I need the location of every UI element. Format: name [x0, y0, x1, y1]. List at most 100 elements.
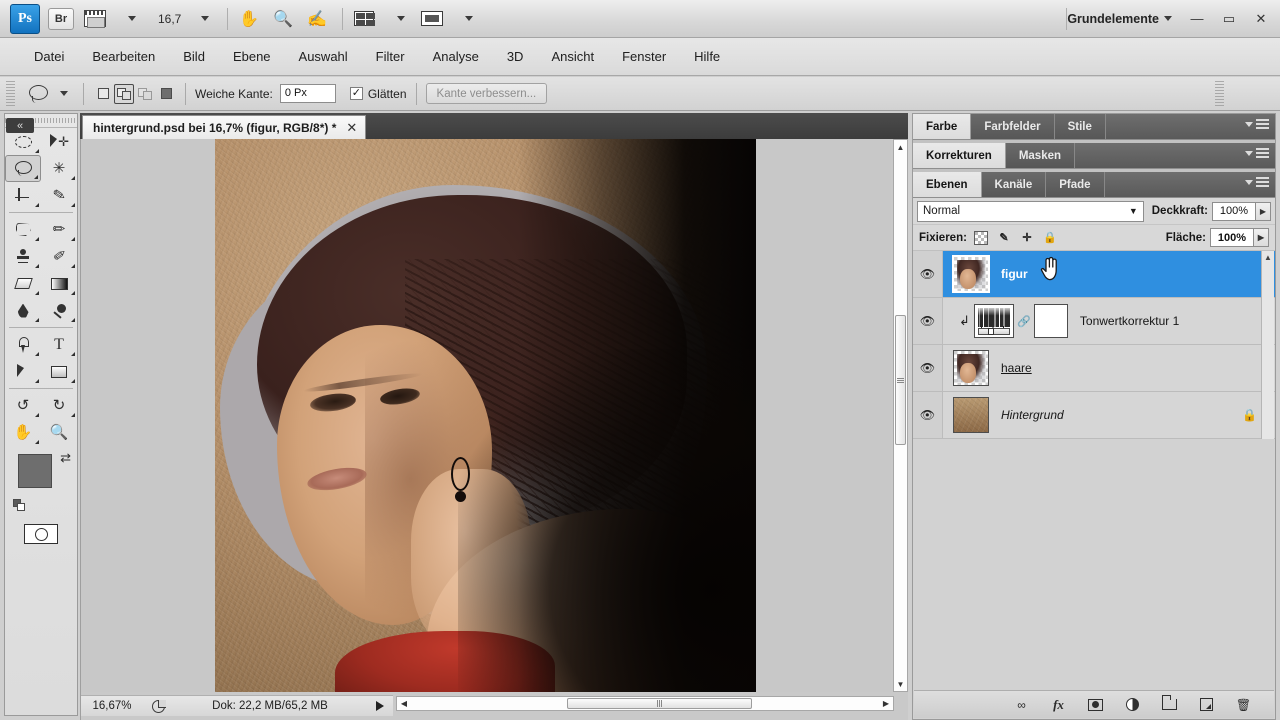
layer-thumbnail[interactable] — [953, 256, 989, 292]
brush-tool[interactable]: ✏ — [41, 216, 77, 243]
spot-healing-brush-tool[interactable] — [5, 216, 41, 243]
tab-pfade[interactable]: Pfade — [1046, 172, 1104, 197]
panel-menu-icon[interactable] — [1245, 177, 1269, 187]
layer-name[interactable]: figur — [1001, 267, 1028, 281]
document-tab[interactable]: hintergrund.psd bei 16,7% (figur, RGB/8*… — [82, 115, 366, 139]
crop-tool[interactable] — [5, 182, 41, 209]
scroll-up-arrow[interactable]: ▲ — [1262, 251, 1274, 264]
canvas-image[interactable] — [215, 139, 756, 692]
layer-row-figur[interactable]: 👁 figur — [913, 251, 1275, 298]
layer-visibility-toggle[interactable]: 👁 — [913, 392, 943, 438]
scroll-down-arrow[interactable]: ▼ — [894, 677, 907, 691]
minimize-button[interactable]: — — [1188, 11, 1206, 27]
layer-row-hintergrund[interactable]: 👁 Hintergrund 🔒 — [913, 392, 1275, 439]
new-group-button[interactable] — [1161, 696, 1178, 713]
menu-ebene[interactable]: Ebene — [219, 45, 285, 68]
rotate-3d-camera-tool[interactable]: ↻ — [41, 392, 77, 419]
foreground-color-swatch[interactable] — [18, 454, 52, 488]
fill-input[interactable]: 100% — [1210, 228, 1254, 247]
link-mask-icon[interactable]: 🔗 — [1018, 312, 1030, 330]
screen-mode-dropdown[interactable] — [453, 6, 479, 32]
options-bar-right-gripper[interactable] — [1215, 81, 1224, 107]
link-layers-button[interactable]: ∞ — [1013, 696, 1030, 713]
close-icon[interactable]: ✕ — [346, 120, 357, 136]
scroll-up-arrow[interactable]: ▲ — [894, 140, 907, 154]
layer-visibility-toggle[interactable]: 👁 — [913, 251, 943, 297]
layer-thumbnail[interactable] — [953, 397, 989, 433]
fill-slider-button[interactable]: ▶ — [1254, 228, 1269, 247]
layer-name[interactable]: haare — [1001, 361, 1032, 375]
lock-all-icon[interactable]: 🔒 — [1043, 231, 1057, 245]
canvas-vertical-scrollbar[interactable]: ▲ ▼ — [893, 139, 908, 692]
scroll-left-arrow[interactable]: ◀ — [398, 698, 410, 709]
menu-ansicht[interactable]: Ansicht — [537, 45, 608, 68]
menu-3d[interactable]: 3D — [493, 45, 538, 68]
status-zoom-value[interactable]: 16,67% — [81, 700, 143, 712]
zoom-icon[interactable]: 🔍 — [270, 6, 296, 32]
eraser-tool[interactable] — [5, 270, 41, 297]
lock-position-icon[interactable]: ✛ — [1020, 231, 1034, 245]
panel-menu-icon[interactable] — [1245, 119, 1269, 129]
magic-wand-tool[interactable]: ✳ — [41, 155, 77, 182]
blend-mode-select[interactable]: Normal ▼ — [917, 201, 1144, 222]
maximize-button[interactable]: ▭ — [1220, 11, 1238, 27]
blur-tool[interactable] — [5, 297, 41, 324]
menu-datei[interactable]: Datei — [20, 45, 78, 68]
adjustment-layer-thumbnail[interactable] — [974, 304, 1014, 338]
menu-filter[interactable]: Filter — [362, 45, 419, 68]
tab-kanaele[interactable]: Kanäle — [982, 172, 1047, 197]
vertical-scroll-thumb[interactable] — [895, 315, 906, 445]
tab-farbfelder[interactable]: Farbfelder — [971, 114, 1054, 139]
swap-colors-icon[interactable]: ⇄ — [60, 450, 71, 466]
hand-icon[interactable]: ✋ — [236, 6, 262, 32]
scroll-right-arrow[interactable]: ▶ — [880, 698, 892, 709]
default-colors-icon[interactable] — [13, 499, 26, 512]
clone-stamp-tool[interactable] — [5, 243, 41, 270]
opacity-input[interactable]: 100% — [1212, 202, 1256, 221]
screen-mode-icon[interactable] — [419, 6, 445, 32]
tab-stile[interactable]: Stile — [1055, 114, 1106, 139]
status-menu-arrow[interactable] — [367, 701, 393, 711]
layers-panel-scrollbar[interactable]: ▲ — [1261, 251, 1274, 439]
quick-mask-mode-button[interactable] — [24, 524, 58, 544]
panel-menu-icon[interactable] — [1245, 148, 1269, 158]
new-adjustment-layer-button[interactable] — [1124, 696, 1141, 713]
refine-edge-button[interactable]: Kante verbessern... — [426, 83, 548, 104]
bridge-icon[interactable]: Br — [48, 8, 74, 30]
tab-ebenen[interactable]: Ebenen — [913, 172, 982, 197]
add-to-selection-button[interactable] — [114, 84, 134, 104]
horizontal-scroll-thumb[interactable] — [567, 698, 752, 709]
mini-bridge-dropdown[interactable] — [116, 6, 142, 32]
zoom-level-dropdown[interactable] — [189, 6, 215, 32]
close-button[interactable]: ✕ — [1252, 11, 1270, 27]
delete-layer-button[interactable]: 🗑 — [1235, 696, 1252, 713]
history-brush-tool[interactable]: ✐ — [41, 243, 77, 270]
lasso-tool-preset-picker[interactable] — [23, 83, 74, 105]
path-selection-tool[interactable] — [5, 358, 41, 385]
antialias-checkbox[interactable]: ✓ — [350, 87, 363, 100]
tab-masken[interactable]: Masken — [1006, 143, 1075, 168]
eyedropper-tool[interactable]: ✎ — [41, 182, 77, 209]
layer-style-button[interactable]: fx — [1050, 696, 1067, 713]
move-tool[interactable] — [41, 128, 77, 155]
layer-name[interactable]: Hintergrund — [1001, 408, 1064, 422]
rotate-3d-object-tool[interactable]: ↺ — [5, 392, 41, 419]
lock-transparent-pixels-icon[interactable] — [974, 231, 988, 245]
feather-input[interactable]: 0 Px — [280, 84, 336, 103]
canvas-horizontal-scrollbar[interactable]: ◀ ▶ — [396, 696, 894, 711]
zoom-tool[interactable]: 🔍 — [41, 419, 77, 446]
new-layer-button[interactable] — [1198, 696, 1215, 713]
intersect-with-selection-button[interactable] — [156, 84, 176, 104]
type-tool[interactable]: T — [41, 331, 77, 358]
subtract-from-selection-button[interactable] — [135, 84, 155, 104]
options-bar-gripper[interactable] — [6, 81, 15, 107]
pen-tool[interactable] — [5, 331, 41, 358]
workspace-switcher[interactable]: Grundelemente — [1067, 12, 1172, 26]
arrange-documents-icon[interactable] — [351, 6, 377, 32]
mini-bridge-icon[interactable] — [82, 6, 108, 32]
gradient-tool[interactable] — [41, 270, 77, 297]
layer-name[interactable]: Tonwertkorrektur 1 — [1080, 314, 1179, 328]
arrange-documents-dropdown[interactable] — [385, 6, 411, 32]
layer-thumbnail[interactable] — [953, 350, 989, 386]
rectangle-tool[interactable] — [41, 358, 77, 385]
